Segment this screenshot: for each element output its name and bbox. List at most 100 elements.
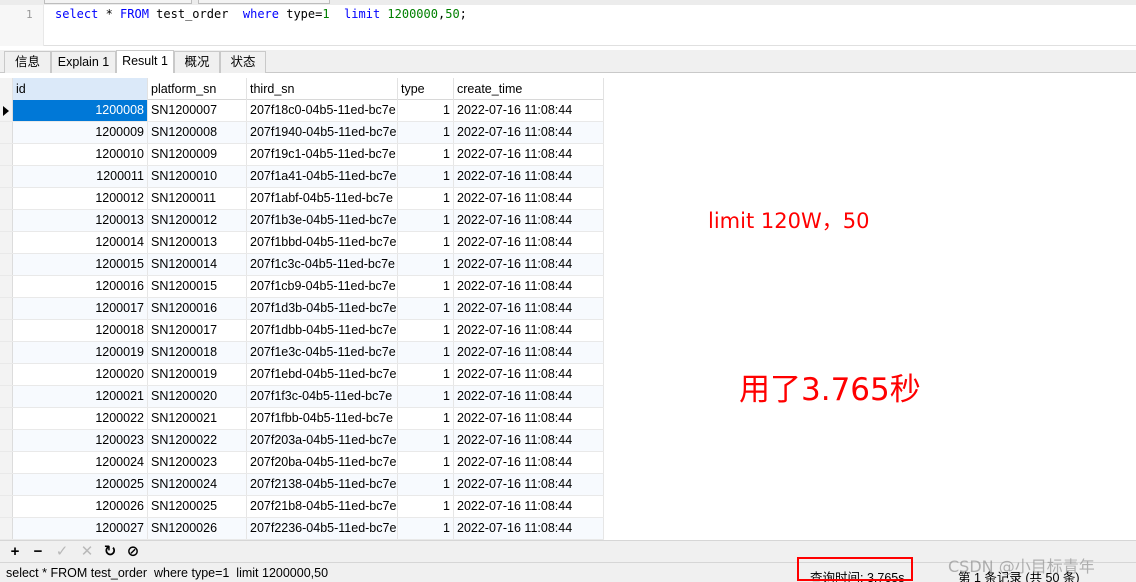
- cell-third-sn[interactable]: 207f1940-04b5-11ed-bc7e: [247, 122, 398, 143]
- cell-third-sn[interactable]: 207f21b8-04b5-11ed-bc7e: [247, 496, 398, 517]
- cell-third-sn[interactable]: 207f19c1-04b5-11ed-bc7e: [247, 144, 398, 165]
- cell-id[interactable]: 1200018: [13, 320, 148, 341]
- cell-platform-sn[interactable]: SN1200014: [148, 254, 247, 275]
- cell-type[interactable]: 1: [398, 210, 454, 231]
- column-header-third-sn[interactable]: third_sn: [247, 78, 398, 100]
- cell-create-time[interactable]: 2022-07-16 11:08:44: [454, 364, 604, 385]
- column-header-id[interactable]: id: [13, 78, 148, 100]
- row-selector[interactable]: [0, 408, 13, 429]
- cell-create-time[interactable]: 2022-07-16 11:08:44: [454, 298, 604, 319]
- cell-type[interactable]: 1: [398, 232, 454, 253]
- cell-type[interactable]: 1: [398, 474, 454, 495]
- cell-type[interactable]: 1: [398, 122, 454, 143]
- table-row[interactable]: 1200012 SN1200011 207f1abf-04b5-11ed-bc7e 1…: [0, 188, 604, 210]
- cell-id[interactable]: 1200020: [13, 364, 148, 385]
- cell-type[interactable]: 1: [398, 364, 454, 385]
- check-icon[interactable]: ✓: [53, 543, 71, 561]
- row-selector[interactable]: [0, 210, 13, 231]
- cell-platform-sn[interactable]: SN1200022: [148, 430, 247, 451]
- table-row[interactable]: 1200017 SN1200016 207f1d3b-04b5-11ed-bc7e 1…: [0, 298, 604, 320]
- cross-icon[interactable]: ✕: [78, 543, 96, 561]
- cell-type[interactable]: 1: [398, 188, 454, 209]
- cell-platform-sn[interactable]: SN1200025: [148, 496, 247, 517]
- cell-id[interactable]: 1200015: [13, 254, 148, 275]
- cell-third-sn[interactable]: 207f1c3c-04b5-11ed-bc7e: [247, 254, 398, 275]
- tab-info[interactable]: 信息: [4, 51, 51, 73]
- cell-type[interactable]: 1: [398, 166, 454, 187]
- cell-create-time[interactable]: 2022-07-16 11:08:44: [454, 474, 604, 495]
- cell-id[interactable]: 1200008: [13, 100, 148, 121]
- row-selector[interactable]: [0, 364, 13, 385]
- row-selector[interactable]: [0, 188, 13, 209]
- cell-id[interactable]: 1200012: [13, 188, 148, 209]
- table-row[interactable]: 1200009 SN1200008 207f1940-04b5-11ed-bc7e 1…: [0, 122, 604, 144]
- cell-platform-sn[interactable]: SN1200007: [148, 100, 247, 121]
- table-row[interactable]: 1200011 SN1200010 207f1a41-04b5-11ed-bc7e 1…: [0, 166, 604, 188]
- table-row[interactable]: 1200018 SN1200017 207f1dbb-04b5-11ed-bc7e 1…: [0, 320, 604, 342]
- cell-create-time[interactable]: 2022-07-16 11:08:44: [454, 496, 604, 517]
- table-row[interactable]: 1200010 SN1200009 207f19c1-04b5-11ed-bc7e 1…: [0, 144, 604, 166]
- cell-third-sn[interactable]: 207f1abf-04b5-11ed-bc7e: [247, 188, 398, 209]
- cell-platform-sn[interactable]: SN1200017: [148, 320, 247, 341]
- cell-type[interactable]: 1: [398, 408, 454, 429]
- cell-platform-sn[interactable]: SN1200026: [148, 518, 247, 539]
- cell-platform-sn[interactable]: SN1200008: [148, 122, 247, 143]
- plus-icon[interactable]: +: [6, 543, 24, 561]
- sql-editor[interactable]: 1 select * FROM test_order where type=1 …: [0, 5, 1136, 46]
- cell-create-time[interactable]: 2022-07-16 11:08:44: [454, 122, 604, 143]
- table-row[interactable]: 1200027 SN1200026 207f2236-04b5-11ed-bc7e 1…: [0, 518, 604, 540]
- cell-create-time[interactable]: 2022-07-16 11:08:44: [454, 210, 604, 231]
- cell-type[interactable]: 1: [398, 342, 454, 363]
- cell-platform-sn[interactable]: SN1200020: [148, 386, 247, 407]
- column-header-platform-sn[interactable]: platform_sn: [148, 78, 247, 100]
- cell-third-sn[interactable]: 207f1d3b-04b5-11ed-bc7e: [247, 298, 398, 319]
- cell-third-sn[interactable]: 207f203a-04b5-11ed-bc7e: [247, 430, 398, 451]
- cell-platform-sn[interactable]: SN1200024: [148, 474, 247, 495]
- minus-icon[interactable]: −: [29, 543, 47, 561]
- cell-create-time[interactable]: 2022-07-16 11:08:44: [454, 342, 604, 363]
- cell-type[interactable]: 1: [398, 452, 454, 473]
- cell-platform-sn[interactable]: SN1200023: [148, 452, 247, 473]
- cell-platform-sn[interactable]: SN1200019: [148, 364, 247, 385]
- table-row[interactable]: 1200025 SN1200024 207f2138-04b5-11ed-bc7e 1…: [0, 474, 604, 496]
- stop-icon[interactable]: ⊘: [124, 543, 142, 561]
- cell-platform-sn[interactable]: SN1200012: [148, 210, 247, 231]
- cell-third-sn[interactable]: 207f1fbb-04b5-11ed-bc7e: [247, 408, 398, 429]
- cell-third-sn[interactable]: 207f1cb9-04b5-11ed-bc7e: [247, 276, 398, 297]
- cell-third-sn[interactable]: 207f2236-04b5-11ed-bc7e: [247, 518, 398, 539]
- cell-third-sn[interactable]: 207f2138-04b5-11ed-bc7e: [247, 474, 398, 495]
- cell-type[interactable]: 1: [398, 496, 454, 517]
- cell-type[interactable]: 1: [398, 386, 454, 407]
- cell-id[interactable]: 1200013: [13, 210, 148, 231]
- cell-third-sn[interactable]: 207f20ba-04b5-11ed-bc7e: [247, 452, 398, 473]
- table-row[interactable]: 1200020 SN1200019 207f1ebd-04b5-11ed-bc7e 1…: [0, 364, 604, 386]
- row-selector[interactable]: [0, 496, 13, 517]
- cell-create-time[interactable]: 2022-07-16 11:08:44: [454, 430, 604, 451]
- cell-id[interactable]: 1200021: [13, 386, 148, 407]
- cell-create-time[interactable]: 2022-07-16 11:08:44: [454, 276, 604, 297]
- cell-third-sn[interactable]: 207f1f3c-04b5-11ed-bc7e: [247, 386, 398, 407]
- row-selector[interactable]: [0, 166, 13, 187]
- cell-third-sn[interactable]: 207f18c0-04b5-11ed-bc7e: [247, 100, 398, 121]
- cell-platform-sn[interactable]: SN1200013: [148, 232, 247, 253]
- cell-platform-sn[interactable]: SN1200021: [148, 408, 247, 429]
- cell-type[interactable]: 1: [398, 430, 454, 451]
- cell-third-sn[interactable]: 207f1bbd-04b5-11ed-bc7e: [247, 232, 398, 253]
- cell-platform-sn[interactable]: SN1200010: [148, 166, 247, 187]
- cell-id[interactable]: 1200023: [13, 430, 148, 451]
- table-row[interactable]: 1200023 SN1200022 207f203a-04b5-11ed-bc7e 1…: [0, 430, 604, 452]
- cell-type[interactable]: 1: [398, 320, 454, 341]
- row-selector[interactable]: [0, 232, 13, 253]
- table-row[interactable]: 1200026 SN1200025 207f21b8-04b5-11ed-bc7e 1…: [0, 496, 604, 518]
- tab-result[interactable]: Result 1: [116, 50, 174, 73]
- query-tab-edge[interactable]: [198, 0, 330, 4]
- cell-type[interactable]: 1: [398, 276, 454, 297]
- cell-create-time[interactable]: 2022-07-16 11:08:44: [454, 100, 604, 121]
- column-header-create-time[interactable]: create_time: [454, 78, 604, 100]
- row-selector[interactable]: [0, 144, 13, 165]
- table-row[interactable]: 1200014 SN1200013 207f1bbd-04b5-11ed-bc7e 1…: [0, 232, 604, 254]
- cell-create-time[interactable]: 2022-07-16 11:08:44: [454, 144, 604, 165]
- cell-create-time[interactable]: 2022-07-16 11:08:44: [454, 188, 604, 209]
- cell-id[interactable]: 1200025: [13, 474, 148, 495]
- cell-id[interactable]: 1200009: [13, 122, 148, 143]
